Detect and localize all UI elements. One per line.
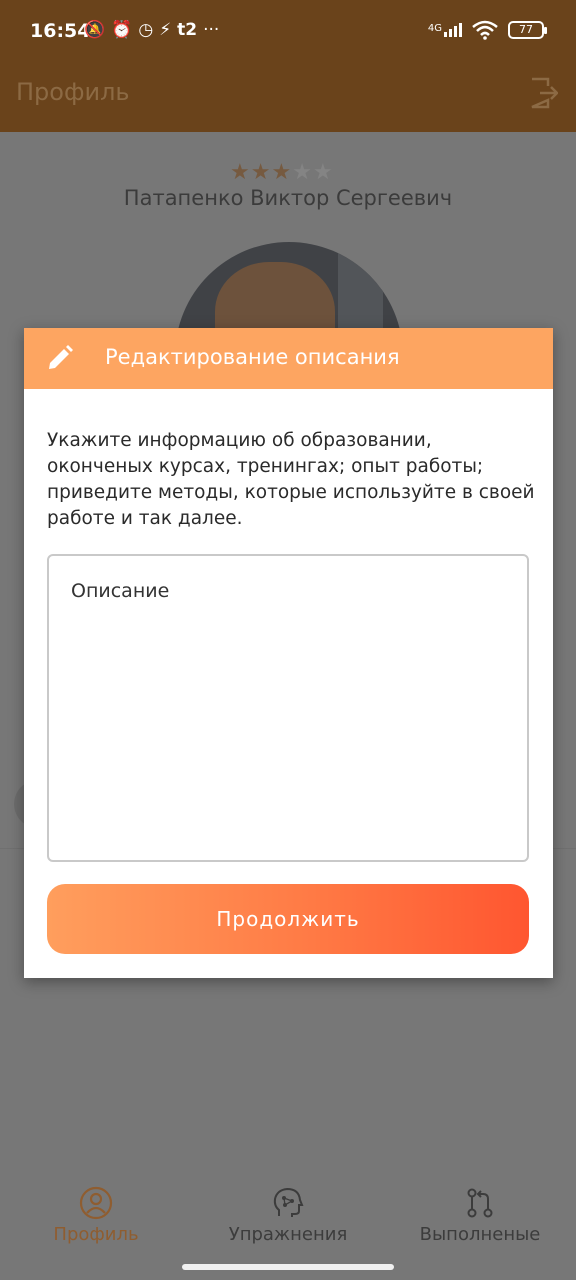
more-icon: ··· <box>203 20 220 40</box>
continue-button[interactable]: Продолжить <box>47 884 529 954</box>
logout-icon[interactable] <box>528 76 558 110</box>
alarm-icon: ⏰ <box>111 20 133 40</box>
brain-icon <box>273 1187 304 1217</box>
clock-icon: ◷ <box>138 20 154 40</box>
dialog-title: Редактирование описания <box>105 345 400 369</box>
status-time: 16:54 <box>30 20 91 42</box>
nav-label: Профиль <box>53 1224 139 1245</box>
dialog-header: Редактирование описания <box>24 328 553 389</box>
pencil-icon <box>49 345 73 369</box>
carrier-icon: t2 <box>177 20 198 40</box>
edit-description-dialog: Редактирование описания Укажите информац… <box>24 328 553 978</box>
mute-icon: 🔕 <box>84 20 106 40</box>
dialog-hint: Укажите информацию об образовании, оконч… <box>47 430 535 529</box>
description-field[interactable]: Описание <box>47 554 529 862</box>
home-indicator[interactable] <box>182 1264 394 1270</box>
app-header: Профиль <box>0 64 576 132</box>
nav-label: Упражнения <box>228 1224 348 1245</box>
nav-item-completed[interactable]: Выполненые <box>400 1172 560 1280</box>
battery-icon: 77 <box>508 21 547 39</box>
profile-icon <box>79 1186 113 1220</box>
nav-item-profile[interactable]: Профиль <box>16 1172 176 1280</box>
bolt-icon: ⚡ <box>159 20 172 40</box>
page-title: Профиль <box>16 78 130 106</box>
signal-icon: 4G <box>428 23 462 37</box>
status-bar: 16:54 🔕 ⏰ ◷ ⚡ t2 ··· 4G 77 <box>0 0 576 64</box>
description-placeholder: Описание <box>71 580 170 602</box>
nav-label: Выполненые <box>419 1224 541 1245</box>
wifi-icon <box>472 20 498 40</box>
status-icons: 🔕 ⏰ ◷ ⚡ t2 ··· <box>84 18 219 42</box>
merge-icon <box>467 1188 493 1218</box>
